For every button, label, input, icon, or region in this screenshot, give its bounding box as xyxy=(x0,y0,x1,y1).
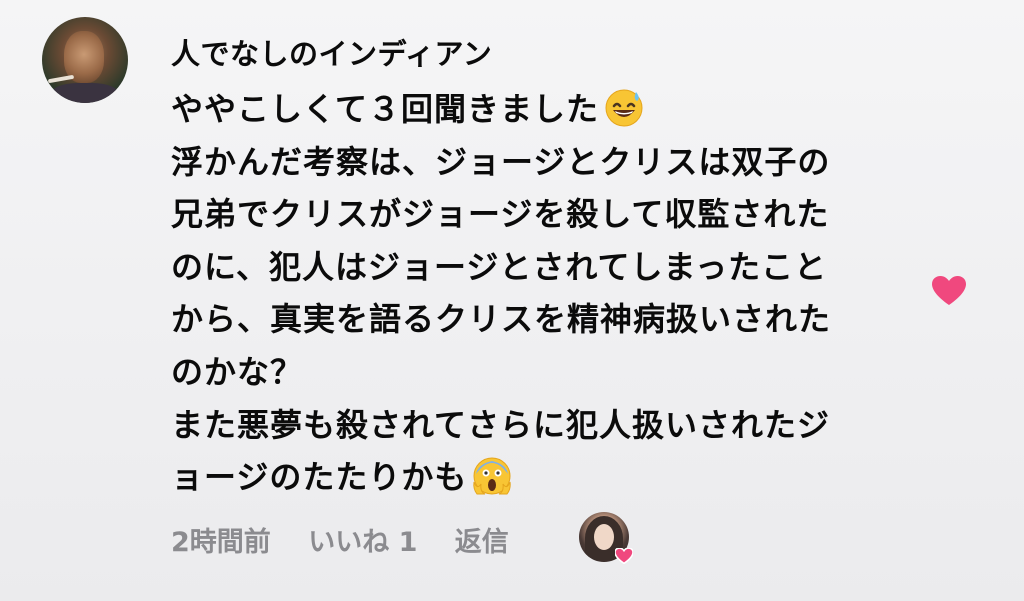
reply-button[interactable]: 返信 xyxy=(455,527,509,558)
comment-line: のかな？ xyxy=(171,352,304,391)
face-screaming-in-fear-icon xyxy=(473,457,512,495)
comment-line: から、真実を語るクリスを精神病扱いされた xyxy=(171,300,832,339)
comment-line: のに、犯人はジョージとされてしまったこと xyxy=(171,247,828,286)
heart-icon xyxy=(615,548,633,564)
username[interactable]: 人でなしのインディアン xyxy=(171,31,492,73)
grinning-face-with-sweat-icon xyxy=(605,89,643,127)
heart-like-icon[interactable] xyxy=(932,276,966,306)
comment-card: 人でなしのインディアン ややこしくて３回聞きました 浮かんだ考察は、ジョージとク… xyxy=(0,0,1024,601)
comment-meta: 2時間前 いいね 1 返信 xyxy=(171,520,537,559)
comment-line: ョージのたたりかも xyxy=(171,458,468,497)
comment-time: 2時間前 xyxy=(171,527,271,558)
like-count[interactable]: いいね 1 xyxy=(308,527,417,558)
comment-line: また悪夢も殺されてさらに犯人扱いされたジ xyxy=(171,405,831,444)
comment-line: 浮かんだ考察は、ジョージとクリスは双子の xyxy=(171,142,831,181)
user-avatar[interactable] xyxy=(42,17,128,103)
creator-liked-badge xyxy=(579,512,635,568)
comment-text: ややこしくて３回聞きました 浮かんだ考察は、ジョージとクリスは双子の 兄弟でクリ… xyxy=(171,83,911,504)
comment-line: ややこしくて３回聞きました xyxy=(171,90,600,128)
comment-line: 兄弟でクリスがジョージを殺して収監された xyxy=(171,195,830,234)
